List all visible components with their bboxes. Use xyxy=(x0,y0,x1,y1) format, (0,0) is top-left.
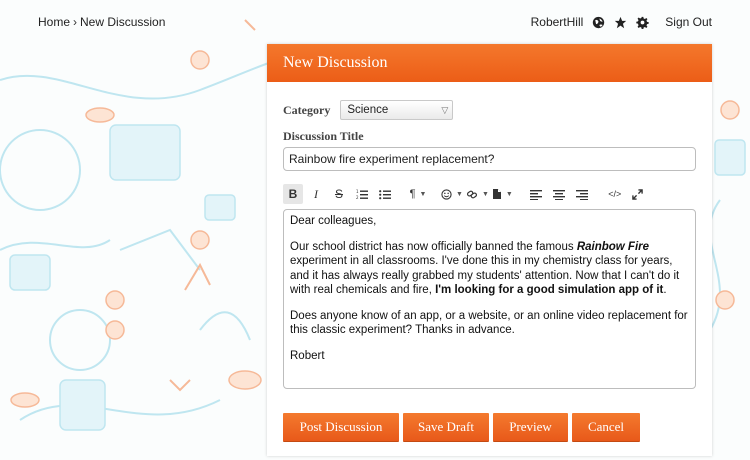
caret-down-icon: ▼ xyxy=(419,190,427,198)
ordered-list-icon: 12 xyxy=(356,189,368,200)
user-nav: RobertHill Sign Out xyxy=(531,15,712,29)
align-center-button[interactable] xyxy=(549,184,569,204)
form-actions: Post Discussion Save Draft Preview Cance… xyxy=(283,413,696,442)
italic-button[interactable]: I xyxy=(306,184,326,204)
link-dropdown[interactable]: ▼ xyxy=(466,184,489,204)
bullet-list-button[interactable] xyxy=(375,184,395,204)
strong-text: I'm looking for a good simulation app of… xyxy=(435,284,664,296)
paragraph-format-dropdown[interactable]: ¶ ▼ xyxy=(408,184,428,204)
new-discussion-panel: New Discussion Category Science ▽ Discus… xyxy=(267,44,712,456)
preview-button[interactable]: Preview xyxy=(493,413,568,442)
save-draft-button[interactable]: Save Draft xyxy=(403,413,489,442)
title-label: Discussion Title xyxy=(283,129,364,143)
category-select[interactable]: Science ▽ xyxy=(340,100,454,120)
bold-button[interactable]: B xyxy=(283,184,303,204)
link-icon xyxy=(466,190,477,198)
caret-down-icon: ▼ xyxy=(481,190,489,198)
globe-icon[interactable] xyxy=(592,16,605,29)
chevron-down-icon: ▽ xyxy=(441,104,449,115)
paragraph-icon: ¶ xyxy=(409,188,416,200)
ordered-list-button[interactable]: 12 xyxy=(352,184,372,204)
expand-icon xyxy=(632,188,644,200)
top-bar: Home › New Discussion RobertHill Sign Ou… xyxy=(0,0,750,44)
fullscreen-button[interactable] xyxy=(628,184,648,204)
breadcrumb-current: New Discussion xyxy=(80,15,166,29)
category-selected-value: Science xyxy=(347,104,389,116)
svg-text:2: 2 xyxy=(356,195,359,200)
editor-toolbar: B I S 12 ¶ ▼ ▼ ▼ ▼ </> xyxy=(283,183,696,205)
cancel-button[interactable]: Cancel xyxy=(572,413,640,442)
bullet-list-icon xyxy=(379,189,391,199)
star-icon[interactable] xyxy=(614,16,627,29)
message-editor[interactable]: Dear colleagues, Our school district has… xyxy=(283,209,696,389)
code-view-button[interactable]: </> xyxy=(605,184,625,204)
emphasis-text: Rainbow Fire xyxy=(576,240,650,253)
caret-down-icon: ▼ xyxy=(505,190,513,198)
strikethrough-button[interactable]: S xyxy=(329,184,349,204)
post-discussion-button[interactable]: Post Discussion xyxy=(283,413,399,442)
title-input-value: Rainbow fire experiment replacement? xyxy=(289,152,495,166)
gear-icon[interactable] xyxy=(636,16,649,29)
username-link[interactable]: RobertHill xyxy=(531,15,584,29)
emoji-dropdown[interactable]: ▼ xyxy=(441,184,463,204)
code-icon: </> xyxy=(608,189,622,199)
category-label: Category xyxy=(283,102,331,117)
breadcrumb: Home › New Discussion xyxy=(38,15,165,29)
breadcrumb-separator: › xyxy=(73,15,78,29)
align-right-icon xyxy=(575,189,588,200)
file-icon xyxy=(492,189,501,199)
breadcrumb-home-link[interactable]: Home xyxy=(38,15,70,29)
editor-paragraph-2: Does anyone know of an app, or a website… xyxy=(290,309,688,337)
editor-paragraph-1: Our school district has now officially b… xyxy=(290,240,680,297)
discussion-form: Category Science ▽ Discussion Title Rain… xyxy=(267,82,712,442)
align-left-icon xyxy=(529,189,542,200)
align-right-button[interactable] xyxy=(572,184,592,204)
category-row: Category Science ▽ xyxy=(283,100,696,120)
align-left-button[interactable] xyxy=(526,184,546,204)
emoji-icon xyxy=(441,188,452,200)
svg-text:1: 1 xyxy=(356,189,359,194)
title-input[interactable]: Rainbow fire experiment replacement? xyxy=(283,147,696,171)
align-center-icon xyxy=(552,189,565,200)
panel-title: New Discussion xyxy=(283,54,388,71)
editor-greeting: Dear colleagues, xyxy=(290,215,377,227)
sign-out-link[interactable]: Sign Out xyxy=(665,15,712,29)
editor-signature: Robert xyxy=(290,349,325,362)
file-dropdown[interactable]: ▼ xyxy=(492,184,513,204)
caret-down-icon: ▼ xyxy=(456,190,463,198)
panel-header: New Discussion xyxy=(267,44,712,82)
